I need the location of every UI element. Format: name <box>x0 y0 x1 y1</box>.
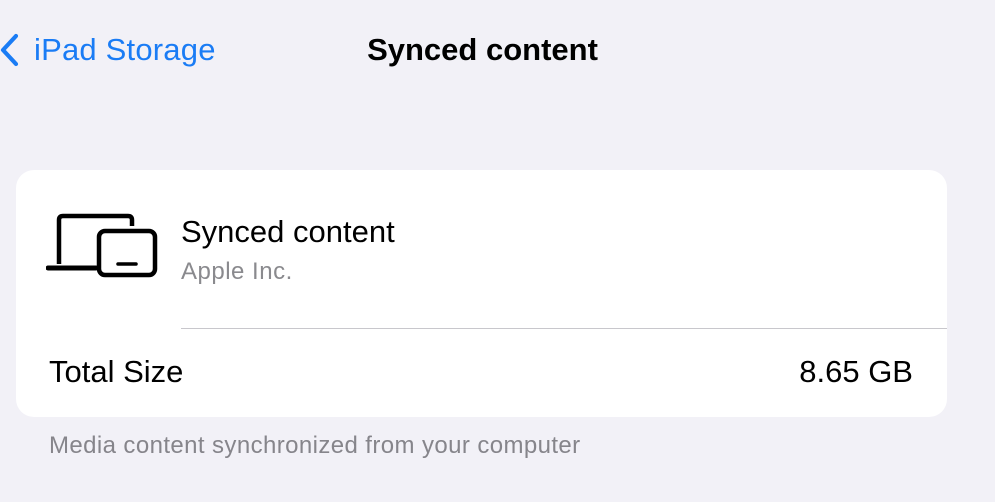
total-size-value: 8.65 GB <box>799 354 913 389</box>
laptop-and-ipad-icon <box>46 213 158 278</box>
app-info-row: Synced content Apple Inc. <box>16 170 947 328</box>
page-title: Synced content <box>367 32 598 67</box>
app-developer: Apple Inc. <box>181 258 293 285</box>
synced-content-card: Synced content Apple Inc. Total Size 8.6… <box>16 170 947 417</box>
total-size-row: Total Size 8.65 GB <box>16 329 947 417</box>
total-size-label: Total Size <box>49 354 184 389</box>
app-name: Synced content <box>181 214 395 249</box>
section-footnote: Media content synchronized from your com… <box>49 432 581 459</box>
